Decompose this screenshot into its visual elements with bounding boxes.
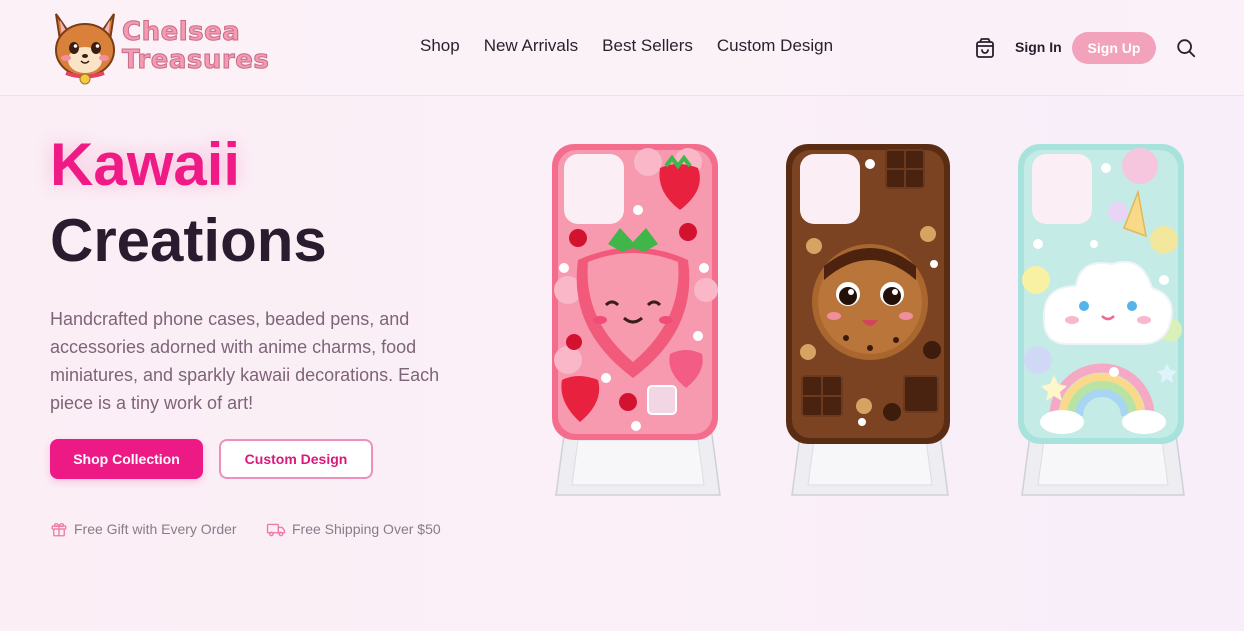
perk-label: Free Gift with Every Order [74,521,237,537]
sign-up-button[interactable]: Sign Up [1072,32,1156,64]
nav-item-best-sellers[interactable]: Best Sellers [602,36,693,56]
brand-name: Chelsea Treasures [121,17,270,75]
nav-item-shop[interactable]: Shop [420,36,460,56]
product-image-unicorn-cloud-case[interactable] [1014,140,1192,505]
shopping-bag-icon[interactable] [973,36,997,60]
custom-design-button[interactable]: Custom Design [219,439,373,479]
product-image-chocolate-cookie-case[interactable] [784,140,956,505]
truck-icon [266,523,286,537]
hero-title-main: Creations [50,207,327,274]
hero-title-accent: Kawaii [50,131,241,198]
main-nav: Shop New Arrivals Best Sellers Custom De… [420,36,857,56]
brand-line-1: Chelsea [121,17,241,47]
sign-in-link[interactable]: Sign In [1015,39,1062,55]
brand-line-2: Treasures [121,45,270,75]
hero-description: Handcrafted phone cases, beaded pens, an… [50,309,440,413]
nav-item-custom-design[interactable]: Custom Design [717,36,833,56]
search-icon[interactable] [1175,37,1197,59]
gift-icon [51,522,67,537]
site-header: Chelsea Treasures Shop New Arrivals Best… [0,0,1244,96]
nav-item-new-arrivals[interactable]: New Arrivals [484,36,578,56]
shop-collection-button[interactable]: Shop Collection [50,439,203,479]
corgi-mascot-icon [55,13,115,85]
perk-free-gift: Free Gift with Every Order [50,520,237,538]
perk-label: Free Shipping Over $50 [292,521,441,537]
brand-logo[interactable]: Chelsea Treasures [50,8,269,88]
product-image-strawberry-case[interactable] [548,140,728,505]
perk-free-shipping: Free Shipping Over $50 [266,520,441,538]
